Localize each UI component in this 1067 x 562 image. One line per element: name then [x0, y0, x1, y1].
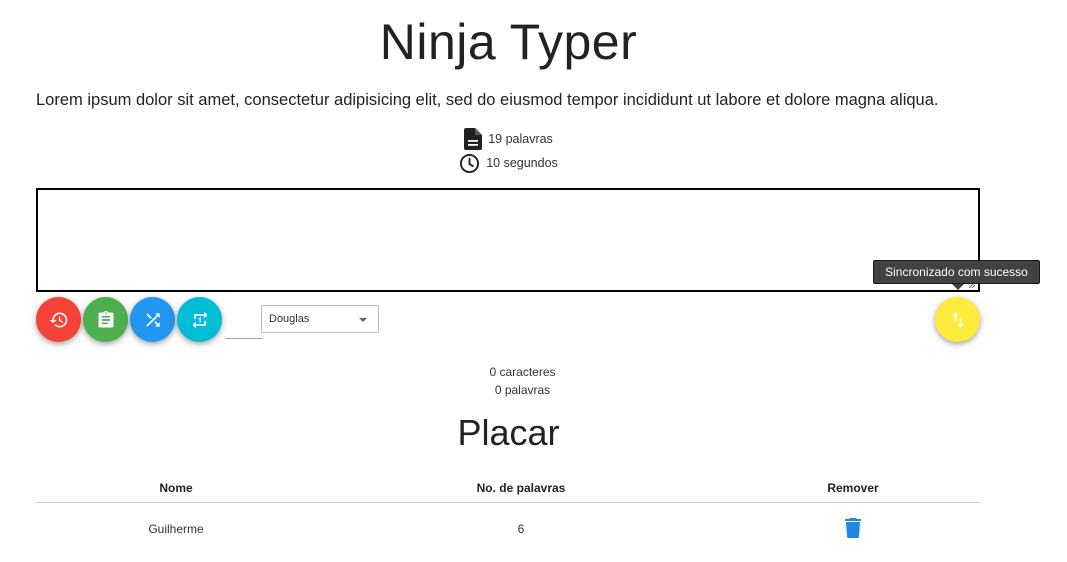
character-count: 0 caracteres: [489, 365, 556, 379]
time-label: 10 segundos: [486, 156, 558, 170]
typing-counters: 0 caracteres 0 palavras: [0, 363, 1045, 399]
typed-word-count: 0 palavras: [494, 383, 551, 397]
shuffle-icon: [145, 312, 160, 327]
table-header-row: Nome No. de palavras Remover: [36, 474, 980, 503]
scoreboard-table: Nome No. de palavras Remover Guilherme 6: [36, 474, 980, 555]
swap-vert-icon: [951, 312, 964, 327]
user-select-value: Douglas: [269, 313, 310, 325]
repeat-one-icon: [192, 311, 207, 328]
tooltip-arrow: [952, 284, 964, 290]
clipboard-button[interactable]: [83, 297, 128, 342]
typing-phrase: Lorem ipsum dolor sit amet, consectetur …: [36, 91, 939, 109]
scoreboard-title: Placar: [457, 412, 560, 453]
shuffle-button[interactable]: [130, 297, 175, 342]
sync-tooltip: Sincronizado com sucesso: [873, 260, 1040, 284]
word-count-row: 19 palavras: [0, 127, 1017, 151]
restart-button[interactable]: [36, 297, 81, 342]
phrase-info: 19 palavras 10 segundos: [0, 127, 1017, 175]
restore-icon: [49, 312, 67, 327]
remove-button[interactable]: [845, 517, 861, 541]
column-header-name: Nome: [159, 481, 193, 495]
column-header-words: No. de palavras: [476, 481, 566, 495]
word-count-label: 19 palavras: [488, 132, 553, 146]
repeat-button[interactable]: [177, 297, 222, 342]
page-title: Ninja Typer: [379, 14, 638, 70]
dropdown-caret-icon: [359, 318, 367, 322]
column-header-remove: Remover: [827, 481, 879, 495]
sync-button[interactable]: [935, 297, 980, 342]
time-row: 10 segundos: [0, 151, 1017, 175]
document-icon: [464, 128, 483, 150]
clock-icon: [459, 153, 480, 174]
player-name: Guilherme: [148, 522, 204, 536]
trash-icon: [845, 517, 861, 538]
typing-textarea[interactable]: [36, 188, 980, 292]
table-row: Guilherme 6: [36, 503, 980, 556]
remove-cell: [726, 503, 980, 556]
clipboard-icon: [98, 310, 113, 327]
player-word-count: 6: [517, 522, 525, 536]
time-input[interactable]: [226, 312, 262, 339]
user-select[interactable]: Douglas: [261, 305, 379, 333]
